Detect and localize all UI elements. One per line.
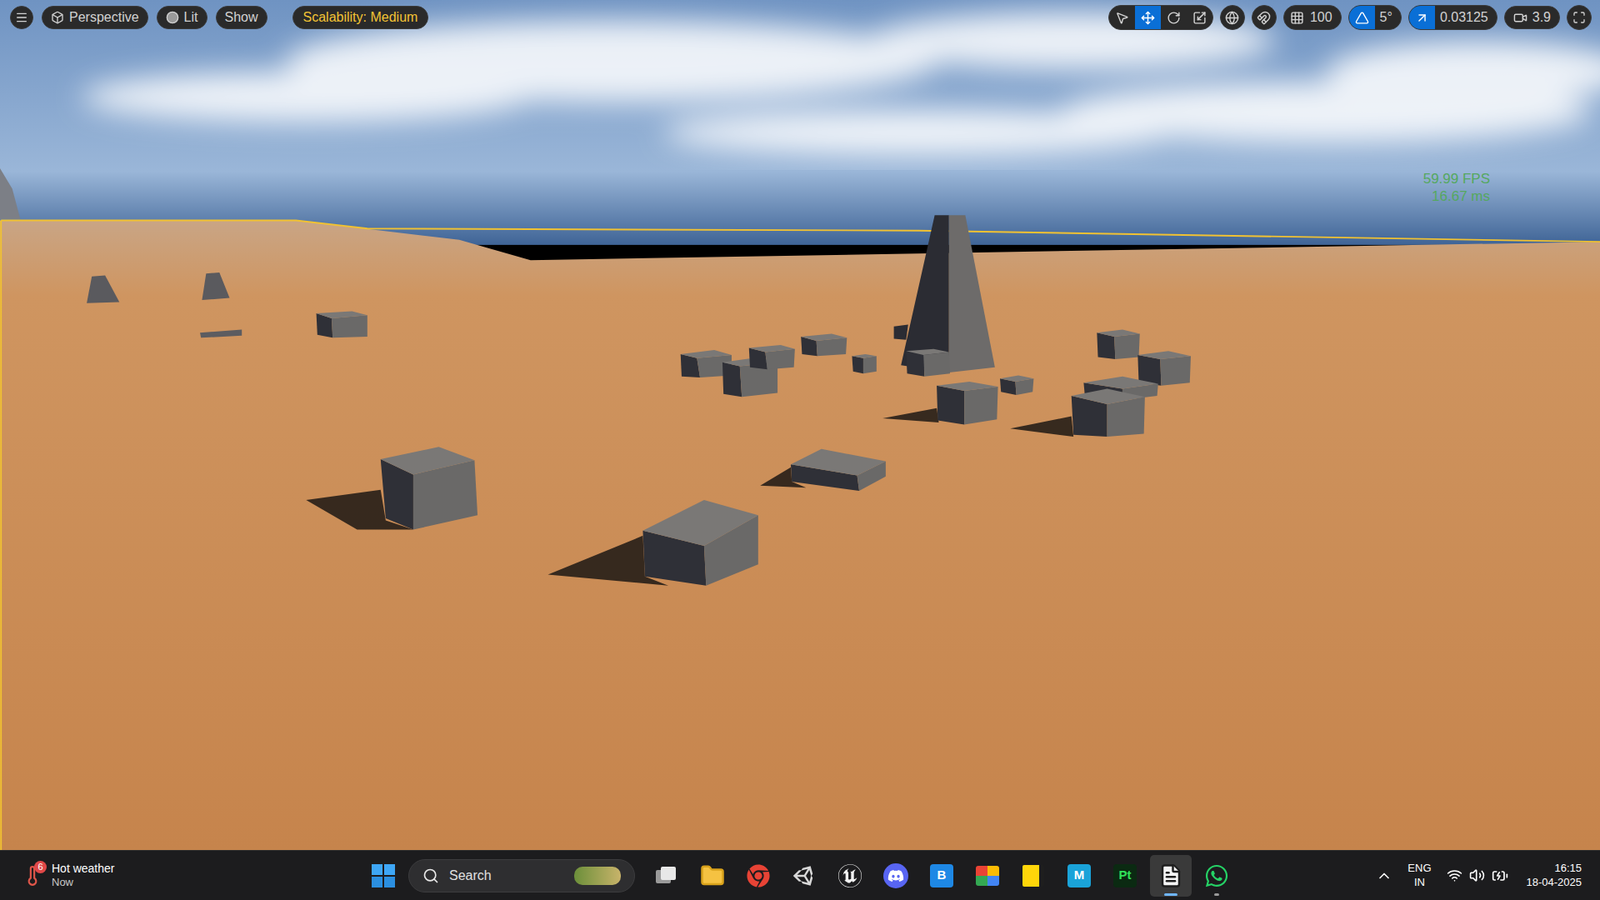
translate-tool-button[interactable] [1135,5,1161,30]
meet-icon [975,865,1000,886]
search-icon [422,867,440,885]
taskbar-app[interactable] [829,855,871,897]
scene-box[interactable] [851,354,876,374]
folder-icon [700,863,725,889]
windows-icon [371,864,395,888]
scene-box[interactable] [800,333,847,356]
lit-button[interactable]: Lit [156,5,208,30]
surface-snap-button[interactable] [1251,5,1277,30]
taskbar-center: Search B M Pt [362,855,1238,897]
weather-widget[interactable]: 6Hot weatherNow [0,861,363,890]
scene-box[interactable] [760,449,886,491]
search-box[interactable]: Search [408,859,635,893]
magnet-icon [1256,10,1271,25]
taskbar-app[interactable] [1012,855,1055,897]
scene-box[interactable] [749,345,795,370]
system-tray: ENGIN 16:1518-04-2025 [1237,861,1600,890]
tray-overflow-icon[interactable] [1375,867,1393,885]
sphere-icon [165,10,180,25]
cube-icon [50,10,65,25]
view-button[interactable]: Perspective [41,5,149,30]
taskbar-app[interactable] [1150,855,1192,897]
camera-speed[interactable]: 3.9 [1504,5,1560,30]
globe-icon [1225,10,1240,25]
taskbar-app[interactable] [737,855,780,897]
running-indicator [1214,893,1220,896]
scale-arrow-icon [1415,10,1430,25]
scene-box[interactable] [1000,375,1034,395]
scene-box[interactable] [905,349,950,377]
viewport-toolbar: Perspective Lit Show Scalability: Medium 100… [0,0,1600,30]
rotation-snap[interactable]: 5° [1348,5,1402,30]
weather-badge: 6 [34,860,47,874]
clock[interactable]: 16:1518-04-2025 [1520,861,1583,890]
scene-box[interactable] [882,381,998,425]
taskbar-app[interactable] [691,855,734,897]
app-letter-icon: Pt [1113,864,1137,888]
discord-icon [883,863,909,889]
whatsapp-icon [1204,863,1230,889]
taskbar-app[interactable]: M [1058,855,1100,897]
scene-box[interactable] [548,500,759,586]
scene-box[interactable] [316,310,368,338]
volume-icon [1469,867,1485,884]
screen: Perspective Lit Show Scalability: Medium 100… [0,0,1600,900]
scene-box[interactable] [1096,330,1140,360]
sticky-notes-icon [1022,865,1045,887]
viewport-toolbar-left: Perspective Lit Show Scalability: Medium [10,5,429,30]
grid-snap[interactable]: 100 [1283,5,1342,30]
rotate-tool-button[interactable] [1160,5,1187,30]
app-letter-icon: M [1067,864,1091,888]
fps-stats: 59.99 FPS16.67 ms [1423,170,1490,206]
scalability-badge[interactable]: Scalability: Medium [292,5,430,30]
app-letter-icon: B [930,864,954,888]
task-view-icon [655,866,678,885]
search-highlight-icon [574,866,621,885]
transform-tools [1108,5,1214,30]
world-coords-button[interactable] [1220,5,1245,30]
scale-tool-button[interactable] [1186,5,1213,30]
viewport-scene[interactable] [0,0,1600,850]
grid-icon [1290,10,1305,25]
start-button[interactable] [362,855,405,897]
maximize-button[interactable] [1566,5,1592,30]
chrome-icon [746,864,770,888]
taskbar-app[interactable] [1195,855,1238,897]
scene-box[interactable] [305,446,478,530]
notepad-icon [1158,863,1184,889]
level-viewport[interactable]: Perspective Lit Show Scalability: Medium 100… [0,0,1600,850]
status-icons[interactable] [1446,867,1509,885]
scale-snap[interactable]: 0.03125 [1408,5,1498,30]
running-indicator [1164,893,1178,896]
taskbar-app[interactable]: Pt [1104,855,1146,897]
taskbar-app[interactable] [875,855,917,897]
taskbar-app[interactable] [783,855,825,897]
viewport-toolbar-right: 1005°0.031253.9 [1108,5,1592,30]
show-button[interactable]: Show [215,5,268,30]
unity-icon [792,864,816,888]
scene-box[interactable] [1010,389,1145,438]
unreal-icon [838,864,862,888]
language-indicator[interactable]: ENGIN [1404,861,1435,890]
wifi-icon [1446,867,1463,884]
menu-button[interactable] [10,5,34,30]
taskbar-app[interactable] [966,855,1009,897]
maximize-icon [1572,10,1586,25]
select-tool-button[interactable] [1109,5,1135,30]
taskbar: 6Hot weatherNow Search B M Pt ENGIN 16:1518-04… [0,850,1600,900]
angle-icon [1355,10,1370,25]
camera-icon [1513,10,1528,25]
battery-icon [1491,867,1509,885]
taskbar-app[interactable] [645,855,688,897]
taskbar-app[interactable]: B [920,855,963,897]
menu-icon [15,10,29,25]
scene-box[interactable] [1137,350,1191,386]
